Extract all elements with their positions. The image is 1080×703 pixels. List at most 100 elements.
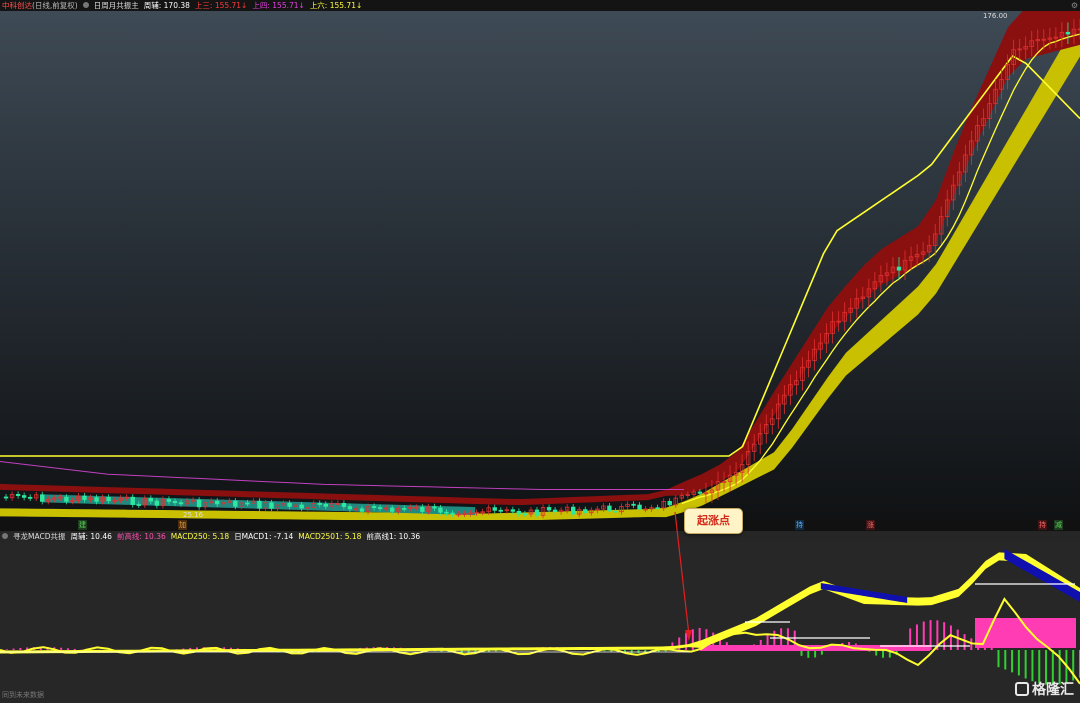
candle-body (196, 499, 202, 508)
macd-yellow-band (0, 552, 1080, 654)
signal-marker: 涨 (866, 520, 875, 530)
macd-yellow-line (0, 597, 1080, 685)
legend-item: 日MACD1: -7.14 (234, 532, 294, 541)
candle-body (432, 506, 437, 509)
candle-body (697, 491, 703, 494)
candle-body (510, 509, 516, 512)
candle-body (896, 266, 902, 271)
candle-body (94, 497, 99, 502)
candle-body (3, 496, 9, 499)
candle-body (154, 500, 160, 506)
candle-body (631, 503, 636, 506)
candle-body (269, 502, 274, 509)
candle-body (655, 507, 660, 510)
candle-body (148, 497, 154, 502)
rise-start-callout: 起涨点 (684, 508, 743, 534)
candle-body (359, 508, 365, 512)
legend-item: MACD2501: 5.18 (298, 532, 362, 541)
signal-marker: 持 (795, 520, 804, 530)
candle-body (317, 503, 322, 505)
watermark: 格隆汇 (1015, 679, 1074, 699)
gear-icon[interactable]: ⚙ (1071, 0, 1078, 11)
candle-body (323, 503, 329, 507)
candle-body (178, 502, 184, 505)
signal-marker: 减 (1054, 520, 1063, 530)
price-chart-panel[interactable]: 176.00 25.16 (0, 11, 1080, 520)
candle-body (492, 507, 497, 511)
candle-body (172, 501, 178, 504)
macd-pink-block-right (975, 618, 1076, 648)
candle-body (347, 506, 353, 510)
signal-marker-strip: 建加持涨持减 (0, 520, 1080, 531)
candle-body (570, 506, 576, 515)
candle-body (607, 505, 612, 512)
legend-item: 前高线1: 10.36 (366, 532, 421, 541)
indicator-settings-icon[interactable] (82, 2, 89, 8)
candle-body (420, 506, 425, 512)
candle-body (371, 506, 377, 509)
yellow-trend-band (0, 16, 1080, 520)
macd-chart-panel[interactable]: 同到未来数据 格隆汇 (0, 542, 1080, 703)
watermark-text: 格隆汇 (1032, 682, 1074, 698)
price-low-label: 25.16 (183, 511, 204, 519)
footer-note: 同到未来数据 (2, 691, 44, 699)
candle-body (583, 509, 588, 514)
candle-body (498, 509, 503, 512)
candle-body (64, 496, 69, 502)
legend-item: 周辅: 170.38 (143, 1, 190, 10)
candle-body (233, 500, 238, 507)
legend-items: 周辅: 170.38 上三: 155.71↓ 上四: 155.71↓ 上六: 155.… (144, 0, 363, 11)
signal-marker: 持 (1038, 520, 1047, 530)
macd-indicator-name[interactable]: 寻龙MACD共振 (13, 531, 65, 542)
candle-body (546, 507, 552, 511)
candle-body (613, 510, 618, 513)
candle-body (438, 507, 443, 513)
macd-settings-icon[interactable] (2, 533, 8, 539)
legend-item: 上四: 155.71↓ (252, 1, 305, 10)
candle-body (377, 507, 383, 510)
candle-body (516, 510, 522, 515)
candle-body (245, 502, 250, 505)
legend-item: 前高线: 10.36 (116, 532, 166, 541)
legend-item: MACD250: 5.18 (170, 532, 230, 541)
candle-body (389, 507, 395, 512)
signal-marker: 加 (178, 520, 187, 530)
magenta-ma-line (0, 460, 684, 490)
chart-period: (日线,前复权) (32, 1, 78, 10)
price-high-label: 176.00 (983, 12, 1008, 20)
stock-name[interactable]: 中科创达 (2, 0, 32, 11)
red-trend-band (0, 11, 1080, 506)
macd-blue-band-right (1004, 549, 1080, 602)
candle-body (341, 503, 347, 507)
candle-body (450, 512, 455, 515)
legend-item: 上六: 155.71↓ (309, 1, 363, 10)
watermark-logo-icon (1015, 682, 1029, 696)
candle-body (257, 500, 262, 509)
candle-body (82, 495, 87, 500)
candle-body (40, 494, 45, 502)
indicator-name[interactable]: 日周月共振主 (94, 0, 139, 11)
candle-body (522, 513, 528, 516)
candle-body (402, 508, 407, 510)
candle-body (637, 504, 642, 510)
candle-body (130, 496, 135, 505)
candle-body (215, 500, 220, 505)
macd-legend-items: 周辅: 10.46 前高线: 10.36 MACD250: 5.18 日MACD1: … (70, 531, 420, 542)
signal-marker: 建 (78, 520, 87, 530)
candle-body (27, 496, 33, 499)
price-chart-svg (0, 11, 1080, 520)
candle-body (166, 499, 172, 502)
candle-body (299, 504, 304, 509)
candle-body (136, 504, 141, 506)
candle-body (287, 502, 292, 507)
candle-body (106, 496, 111, 502)
candle-body (444, 511, 449, 514)
candle-body (534, 509, 540, 516)
candle-body (21, 495, 27, 498)
candle-body (1065, 31, 1071, 35)
legend-item: 上三: 155.71↓ (194, 1, 248, 10)
macd-chart-svg (0, 549, 1080, 685)
candle-body (15, 493, 21, 496)
main-indicator-legend: 中科创达 (日线,前复权) 日周月共振主 周辅: 170.38 上三: 155.7… (0, 0, 1080, 11)
candle-body (667, 501, 672, 506)
